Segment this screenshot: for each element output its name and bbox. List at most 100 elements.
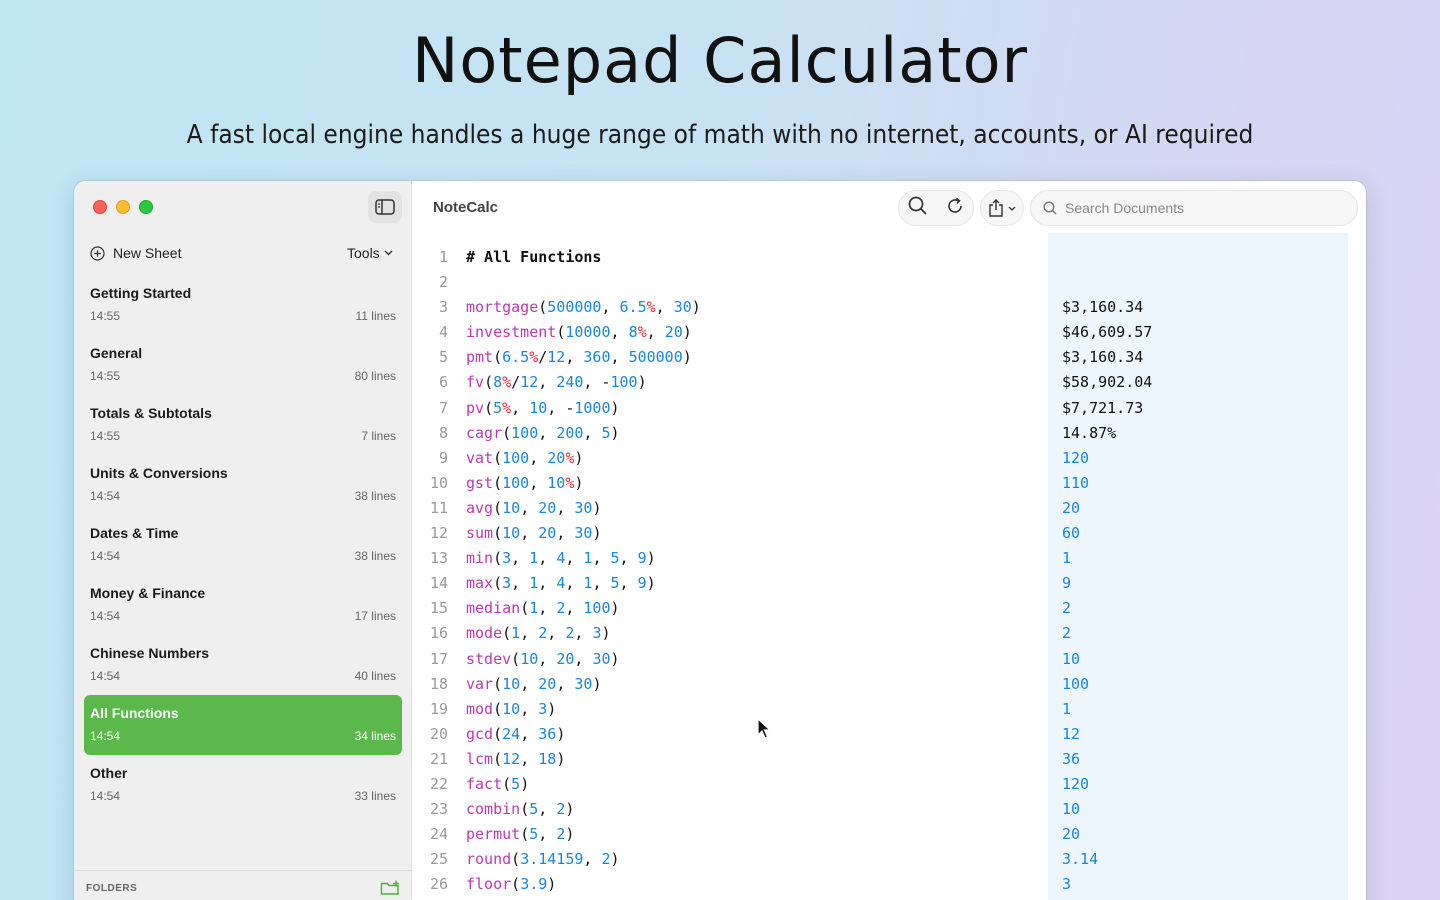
editor-line[interactable]: 26 floor(3.9) bbox=[412, 872, 1048, 897]
editor-line[interactable]: 3 mortgage(500000, 6.5%, 30) bbox=[412, 295, 1048, 320]
editor-line[interactable]: 14 max(3, 1, 4, 1, 5, 9) bbox=[412, 571, 1048, 596]
editor-line[interactable]: 9 vat(100, 20%) bbox=[412, 446, 1048, 471]
editor-line[interactable]: 13 min(3, 1, 4, 1, 5, 9) bbox=[412, 546, 1048, 571]
line-number: 20 bbox=[429, 724, 448, 743]
editor-line[interactable]: 22 fact(5) bbox=[412, 772, 1048, 797]
search-icon bbox=[1043, 201, 1057, 215]
editor-line[interactable]: 21 lcm(12, 18) bbox=[412, 747, 1048, 772]
code-text: median(1, 2, 100) bbox=[466, 599, 620, 618]
editor-line[interactable]: 25 round(3.14159, 2) bbox=[412, 847, 1048, 872]
new-folder-icon bbox=[380, 880, 399, 895]
sidebar: New Sheet Tools Getting Started 14:55 11 l… bbox=[74, 181, 412, 900]
document-list: Getting Started 14:55 11 lines General 14:55… bbox=[84, 275, 402, 815]
code-text: investment(10000, 8%, 20) bbox=[466, 323, 692, 342]
line-number: 7 bbox=[438, 398, 448, 417]
code-text: vat(100, 20%) bbox=[466, 448, 584, 467]
share-button-content bbox=[988, 199, 1016, 217]
code-text: max(3, 1, 4, 1, 5, 9) bbox=[466, 574, 656, 593]
editor-line[interactable]: 19 mod(10, 3) bbox=[412, 697, 1048, 722]
search-button[interactable] bbox=[908, 196, 927, 220]
result-value: 14.87% bbox=[1062, 423, 1117, 442]
editor-line[interactable]: 16 mode(1, 2, 2, 3) bbox=[412, 621, 1048, 646]
close-window-button[interactable] bbox=[93, 200, 107, 214]
line-number: 24 bbox=[429, 825, 448, 844]
document-item[interactable]: Getting Started 14:55 11 lines bbox=[84, 275, 402, 335]
line-number: 25 bbox=[429, 850, 448, 869]
window-controls bbox=[93, 200, 153, 214]
document-title: Units & Conversions bbox=[90, 465, 228, 481]
new-folder-button[interactable] bbox=[380, 880, 400, 900]
sidebar-toggle-button[interactable] bbox=[368, 191, 402, 223]
document-item[interactable]: Units & Conversions 14:54 38 lines bbox=[84, 455, 402, 515]
result-value: $3,160.34 bbox=[1062, 298, 1144, 317]
editor-line[interactable]: 5 pmt(6.5%/12, 360, 500000) bbox=[412, 345, 1048, 370]
result-value: 120 bbox=[1062, 448, 1090, 467]
line-number: 12 bbox=[429, 524, 448, 543]
zoom-window-button[interactable] bbox=[139, 200, 153, 214]
result-value: $58,902.04 bbox=[1062, 373, 1153, 392]
document-item[interactable]: All Functions 14:54 34 lines bbox=[84, 695, 402, 755]
chevron-down-icon bbox=[384, 250, 393, 256]
code-text: combin(5, 2) bbox=[466, 800, 575, 819]
code-text: cagr(100, 200, 5) bbox=[466, 423, 620, 442]
editor-line[interactable]: 23 combin(5, 2) bbox=[412, 797, 1048, 822]
editor-line[interactable]: 8 cagr(100, 200, 5) bbox=[412, 421, 1048, 446]
editor-line[interactable]: 24 permut(5, 2) bbox=[412, 822, 1048, 847]
new-sheet-button[interactable]: New Sheet bbox=[90, 245, 181, 261]
search-documents-field[interactable] bbox=[1030, 190, 1358, 226]
minimize-window-button[interactable] bbox=[116, 200, 130, 214]
code-text: lcm(12, 18) bbox=[466, 749, 566, 768]
code-text: mortgage(500000, 6.5%, 30) bbox=[466, 298, 701, 317]
document-line-count: 34 lines bbox=[354, 729, 396, 743]
app-name: NoteCalc bbox=[433, 199, 499, 216]
tools-menu-button[interactable]: Tools bbox=[347, 245, 393, 261]
share-icon bbox=[989, 199, 1003, 217]
editor-line[interactable]: 20 gcd(24, 36) bbox=[412, 722, 1048, 747]
document-item[interactable]: Dates & Time 14:54 38 lines bbox=[84, 515, 402, 575]
document-time: 14:54 bbox=[90, 729, 121, 743]
code-text: mode(1, 2, 2, 3) bbox=[466, 624, 611, 643]
code-text: sum(10, 20, 30) bbox=[466, 524, 602, 543]
document-item[interactable]: Money & Finance 14:54 17 lines bbox=[84, 575, 402, 635]
document-item[interactable]: Chinese Numbers 14:54 40 lines bbox=[84, 635, 402, 695]
line-number: 6 bbox=[438, 373, 448, 392]
editor-line[interactable]: 18 var(10, 20, 30) bbox=[412, 672, 1048, 697]
document-time: 14:55 bbox=[90, 369, 121, 383]
line-number: 15 bbox=[429, 599, 448, 618]
result-value: 12 bbox=[1062, 724, 1081, 743]
line-number: 18 bbox=[429, 674, 448, 693]
result-value: $7,721.73 bbox=[1062, 398, 1144, 417]
document-line-count: 17 lines bbox=[354, 609, 396, 623]
share-menu-button[interactable] bbox=[980, 190, 1024, 226]
result-value: 110 bbox=[1062, 473, 1090, 492]
editor-line[interactable]: 4 investment(10000, 8%, 20) bbox=[412, 320, 1048, 345]
document-title: Money & Finance bbox=[90, 585, 206, 601]
line-number: 17 bbox=[429, 649, 448, 668]
editor-line[interactable]: 7 pv(5%, 10, -1000) bbox=[412, 396, 1048, 421]
document-time: 14:55 bbox=[90, 309, 121, 323]
search-documents-input[interactable] bbox=[1065, 200, 1345, 216]
editor-line[interactable]: 10 gst(100, 10%) bbox=[412, 471, 1048, 496]
tools-label: Tools bbox=[347, 245, 380, 261]
editor-line[interactable]: 17 stdev(10, 20, 30) bbox=[412, 647, 1048, 672]
document-title: Getting Started bbox=[90, 285, 192, 301]
result-value: $46,609.57 bbox=[1062, 323, 1153, 342]
editor-line[interactable]: 6 fv(8%/12, 240, -100) bbox=[412, 370, 1048, 395]
document-item[interactable]: Totals & Subtotals 14:55 7 lines bbox=[84, 395, 402, 455]
document-item[interactable]: Other 14:54 33 lines bbox=[84, 755, 402, 815]
line-number: 23 bbox=[429, 800, 448, 819]
code-text: floor(3.9) bbox=[466, 875, 557, 894]
editor-line[interactable]: 1 # All Functions bbox=[412, 245, 1048, 270]
app-window: New Sheet Tools Getting Started 14:55 11 l… bbox=[74, 181, 1366, 900]
new-sheet-label: New Sheet bbox=[113, 245, 182, 261]
code-text: var(10, 20, 30) bbox=[466, 674, 602, 693]
editor-line[interactable]: 2 bbox=[412, 270, 1048, 295]
line-number: 9 bbox=[438, 448, 448, 467]
refresh-button[interactable] bbox=[946, 197, 964, 220]
line-number: 5 bbox=[438, 348, 448, 367]
editor-line[interactable]: 12 sum(10, 20, 30) bbox=[412, 521, 1048, 546]
editor-line[interactable]: 11 avg(10, 20, 30) bbox=[412, 496, 1048, 521]
document-item[interactable]: General 14:55 80 lines bbox=[84, 335, 402, 395]
editor[interactable]: 1 # All Functions 2 3 mortgage(500000, 6.5%,… bbox=[412, 245, 1048, 897]
editor-line[interactable]: 15 median(1, 2, 100) bbox=[412, 596, 1048, 621]
